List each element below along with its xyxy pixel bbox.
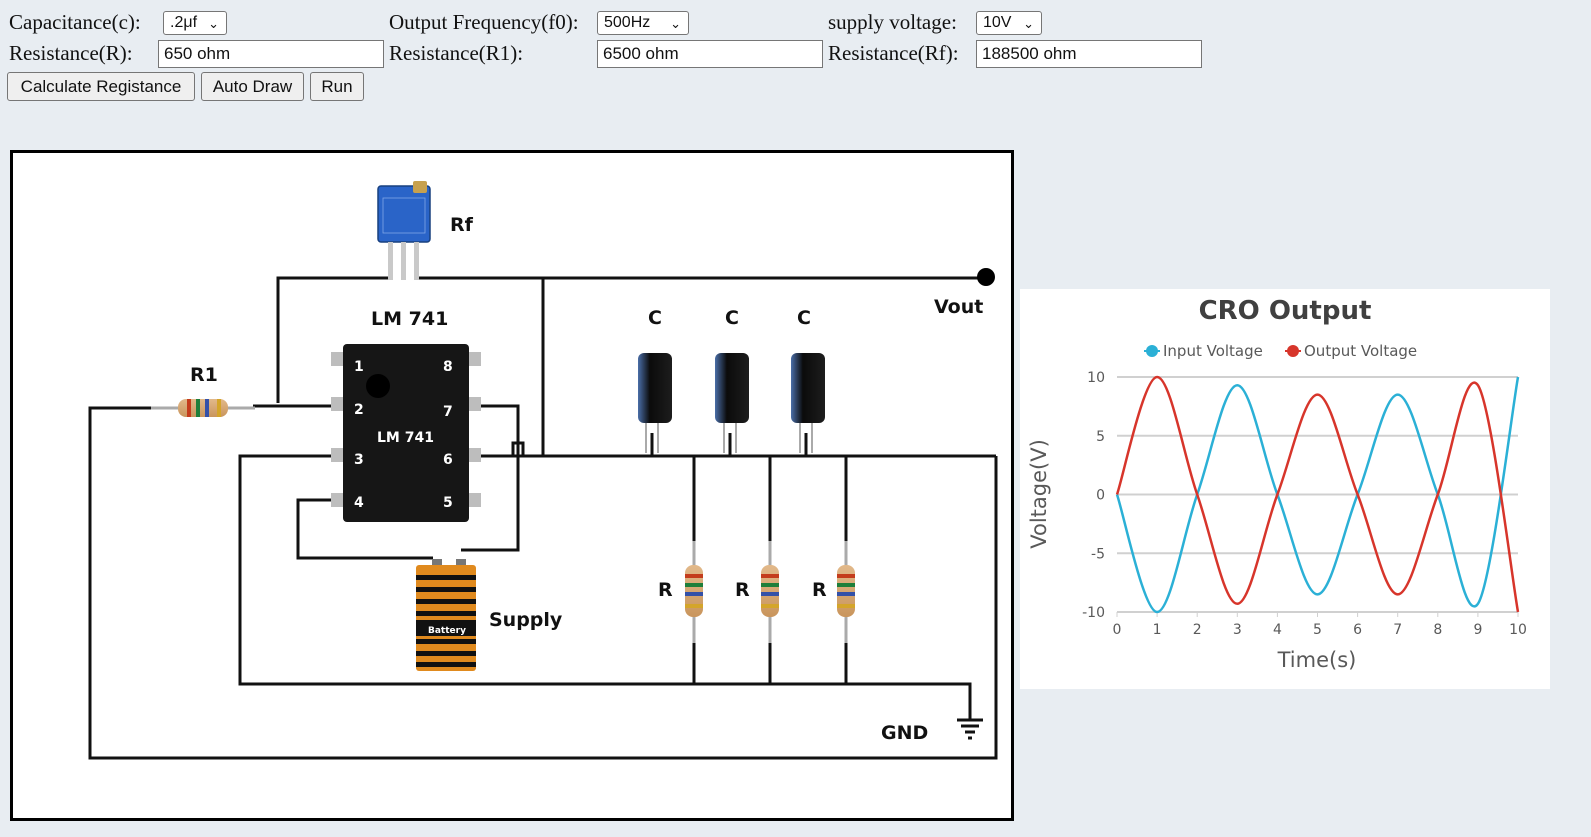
capacitor-3 [791, 353, 825, 453]
x-tick-label: 8 [1433, 622, 1442, 638]
x-tick-label: 5 [1313, 622, 1322, 638]
capacitance-value: .2μf [170, 14, 198, 31]
chevron-down-icon: ⌄ [208, 16, 219, 31]
x-tick-label: 4 [1273, 622, 1282, 638]
pin-number: 2 [354, 402, 364, 418]
battery-text: Battery [428, 626, 466, 636]
chevron-down-icon: ⌄ [1023, 16, 1034, 31]
vout-label: Vout [934, 296, 983, 318]
pin-number: 1 [354, 359, 364, 375]
frequency-select[interactable]: 500Hz ⌄ [597, 11, 689, 35]
resistance-r1-input[interactable]: 6500 ohm [597, 40, 823, 68]
chart-title: CRO Output [1199, 296, 1372, 326]
x-tick-label: 0 [1113, 622, 1122, 638]
ic-title-label: LM 741 [371, 308, 448, 330]
x-tick-label: 1 [1153, 622, 1162, 638]
capacitor-1 [638, 353, 672, 453]
frequency-label: Output Frequency(f0): [389, 10, 579, 34]
legend-label-output: Output Voltage [1304, 342, 1417, 360]
r1-label: R1 [190, 364, 218, 386]
x-tick-label: 10 [1509, 622, 1527, 638]
rf-potentiometer [377, 181, 431, 280]
resistance-rf-label: Resistance(Rf): [828, 41, 959, 65]
pin-number: 6 [443, 452, 453, 468]
x-tick-label: 6 [1353, 622, 1362, 638]
pin-number: 5 [443, 495, 453, 511]
circuit-wires [88, 276, 998, 760]
capacitor-label: C [797, 307, 811, 329]
pin-number: 3 [354, 452, 364, 468]
battery-icon [416, 559, 476, 671]
y-tick-label: 5 [1096, 429, 1105, 445]
voltage-value: 10V [983, 14, 1012, 31]
capacitance-select[interactable]: .2μf ⌄ [163, 11, 227, 35]
run-button[interactable]: Run [310, 72, 364, 101]
y-tick-label: 0 [1096, 488, 1105, 504]
circuit-canvas[interactable]: Rf LM 741 R1 Vout C C C R R R Supply GND… [10, 150, 1014, 821]
voltage-label: supply voltage: [828, 10, 957, 34]
x-tick-label: 2 [1193, 622, 1202, 638]
chevron-down-icon: ⌄ [670, 16, 681, 31]
x-axis-ticks: 0 1 2 3 4 5 6 7 8 9 10 [1113, 622, 1527, 638]
r-resistor-3 [837, 541, 855, 643]
cro-chart-svg: CRO Output Input Voltage Output Voltage … [1027, 296, 1527, 672]
resistor-label: R [658, 579, 673, 601]
x-tick-label: 7 [1393, 622, 1402, 638]
supply-label: Supply [489, 609, 563, 631]
r-resistor-2 [761, 541, 779, 643]
y-tick-label: 10 [1087, 370, 1105, 386]
voltage-select[interactable]: 10V ⌄ [976, 11, 1042, 35]
resistance-r-input[interactable]: 650 ohm [158, 40, 384, 68]
x-tick-label: 3 [1233, 622, 1242, 638]
r1-resistor [151, 399, 255, 417]
cro-output-chart: CRO Output Input Voltage Output Voltage … [1020, 289, 1550, 689]
auto-draw-button[interactable]: Auto Draw [201, 72, 304, 101]
ic-body-label: LM 741 [377, 430, 434, 446]
capacitance-label: Capacitance(c): [9, 10, 141, 34]
capacitor-label: C [725, 307, 739, 329]
pin-number: 4 [354, 495, 364, 511]
r-resistor-1 [685, 541, 703, 643]
y-tick-label: -10 [1082, 605, 1105, 621]
legend: Input Voltage Output Voltage [1144, 342, 1417, 360]
gnd-label: GND [881, 722, 928, 744]
capacitor-2 [715, 353, 749, 453]
resistor-label: R [812, 579, 827, 601]
legend-label-input: Input Voltage [1163, 342, 1263, 360]
pin-number: 7 [443, 404, 453, 420]
x-axis-label: Time(s) [1277, 648, 1357, 672]
x-tick-label: 9 [1473, 622, 1482, 638]
y-axis-label: Voltage(V) [1027, 439, 1051, 549]
y-axis-ticks: 10 5 0 -5 -10 [1082, 370, 1105, 621]
vout-terminal [977, 268, 995, 286]
pin-number: 8 [443, 359, 453, 375]
rf-label: Rf [450, 214, 474, 236]
capacitor-label: C [648, 307, 662, 329]
circuit-diagram: Rf LM 741 R1 Vout C C C R R R Supply GND… [88, 181, 998, 760]
y-tick-label: -5 [1091, 546, 1105, 562]
resistance-r-label: Resistance(R): [9, 41, 133, 65]
resistance-rf-input[interactable]: 188500 ohm [976, 40, 1202, 68]
resistor-label: R [735, 579, 750, 601]
chart-grid [1116, 376, 1519, 617]
frequency-value: 500Hz [604, 14, 651, 31]
calculate-resistance-button[interactable]: Calculate Registance [7, 72, 195, 101]
resistance-r1-label: Resistance(R1): [389, 41, 524, 65]
